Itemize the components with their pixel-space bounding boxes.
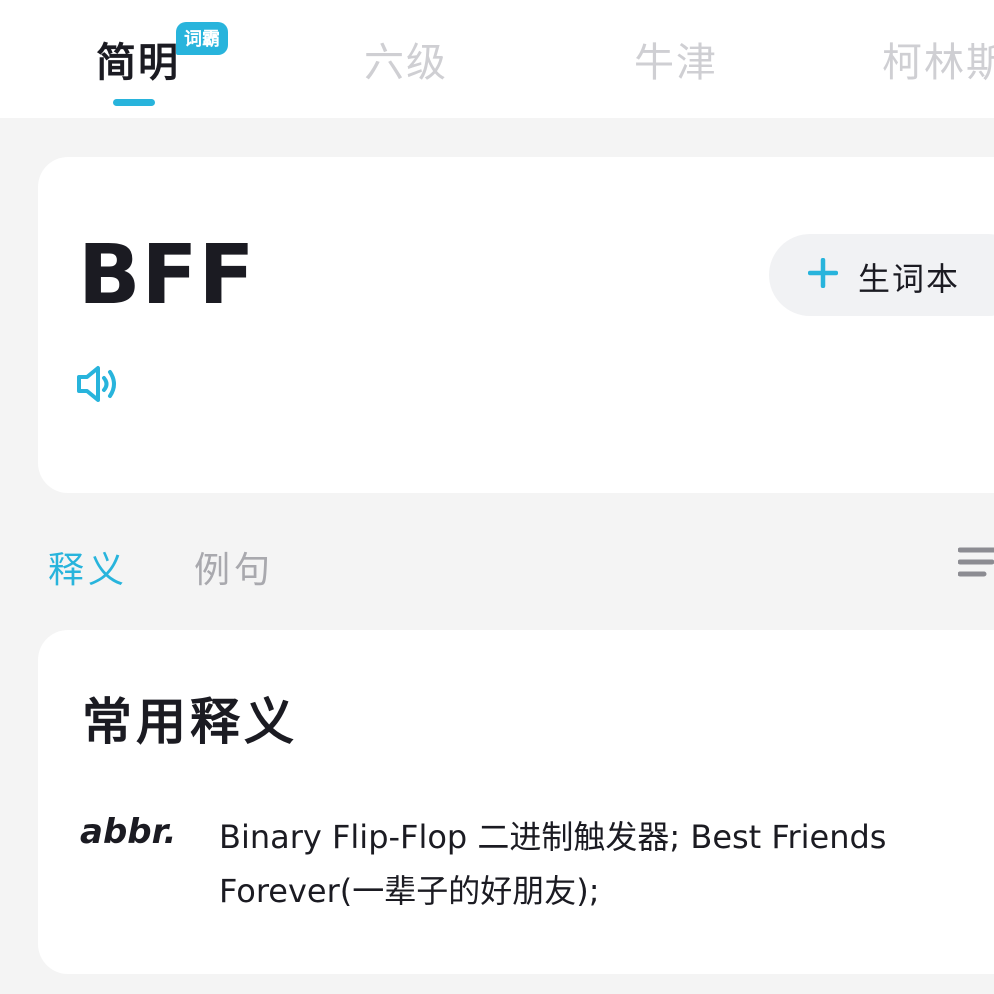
- tab-niujin[interactable]: 牛津: [634, 30, 718, 88]
- ciba-badge: 词霸: [176, 22, 228, 55]
- add-to-wordbook-label: 生词本: [858, 260, 961, 298]
- definition-title: 常用释义: [82, 693, 298, 751]
- plus-icon: [808, 258, 838, 288]
- menu-icon[interactable]: [958, 546, 994, 580]
- headword: BFF: [78, 228, 256, 323]
- word-card: [38, 157, 994, 493]
- part-of-speech: abbr.: [80, 812, 177, 852]
- definition-text: Binary Flip-Flop 二进制触发器; Best Friends Fo…: [219, 818, 887, 910]
- tab-examples[interactable]: 例句: [194, 541, 274, 593]
- tab-jianming[interactable]: 简明: [96, 30, 180, 88]
- tab-liuji[interactable]: 六级: [364, 30, 448, 88]
- tab-definitions[interactable]: 释义: [48, 541, 128, 593]
- active-tab-indicator: [113, 99, 155, 106]
- tab-kelinsi[interactable]: 柯林斯: [882, 30, 994, 88]
- speaker-icon[interactable]: [74, 362, 120, 406]
